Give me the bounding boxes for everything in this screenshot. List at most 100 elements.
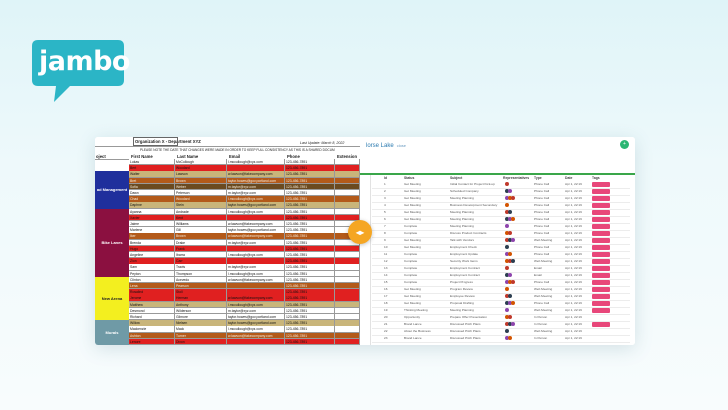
green-divider <box>360 173 635 175</box>
representative-avatar[interactable] <box>511 217 516 222</box>
tag-badge[interactable] <box>592 224 610 229</box>
task-cell-id: 4 <box>384 203 386 207</box>
task-cell-subject: Talk with Vendors <box>450 238 475 242</box>
representative-avatar[interactable] <box>511 238 516 243</box>
task-cell-type: Email <box>534 266 542 270</box>
tag-badge[interactable] <box>592 294 610 299</box>
representative-avatar[interactable] <box>508 294 513 299</box>
task-cell-date: Apr 1, 22:19 <box>565 266 582 270</box>
tag-badge[interactable] <box>592 231 610 236</box>
task-cell-type: Web Meeting <box>534 308 553 312</box>
representative-avatar[interactable] <box>508 231 513 236</box>
task-cell-subject: Meeting Planning <box>450 224 474 228</box>
group-label: New Arena <box>95 276 129 321</box>
task-cell-date: Apr 1, 22:19 <box>565 217 582 221</box>
task-cell-status: Complete <box>404 224 418 228</box>
representative-avatar[interactable] <box>508 336 513 341</box>
representative-avatar[interactable] <box>511 322 516 327</box>
task-cell-date: Apr 1, 22:19 <box>565 280 582 284</box>
task-cell-type: Phone Call <box>534 252 550 256</box>
task-cell-subject: Employee Review <box>450 294 475 298</box>
task-cell-id: 7 <box>384 224 386 228</box>
tag-badge[interactable] <box>592 210 610 215</box>
representative-avatar[interactable] <box>511 301 516 306</box>
task-cell-status: Get Meeting <box>404 294 421 298</box>
task-cell-date: Apr 1, 22:19 <box>565 315 582 319</box>
compare-slider-handle[interactable]: ◂▸ <box>348 220 372 244</box>
task-cell-status: Get Meeting <box>404 203 421 207</box>
task-cell-type: Phone Call <box>534 217 550 221</box>
task-cell-date: Apr 1, 22:19 <box>565 189 582 193</box>
tag-badge[interactable] <box>592 238 610 243</box>
representative-avatar[interactable] <box>508 189 513 194</box>
task-cell-subject: Discussed Pitch Plans <box>450 336 481 340</box>
tag-badge[interactable] <box>592 287 610 292</box>
task-cell-type: Phone Call <box>534 203 550 207</box>
task-cell-status: Complete <box>404 259 418 263</box>
representative-avatar[interactable] <box>508 210 513 215</box>
tag-badge[interactable] <box>592 196 610 201</box>
representative-avatar[interactable] <box>508 273 513 278</box>
task-cell-status: Complete <box>404 266 418 270</box>
add-button[interactable]: + <box>620 140 629 149</box>
title-close-link[interactable]: close <box>397 143 406 148</box>
task-cell-type: Phone Call <box>534 224 550 228</box>
task-cell-date: Apr 1, 22:19 <box>565 245 582 249</box>
th-date: Date <box>565 176 573 180</box>
logo-text: jambo <box>39 46 131 77</box>
task-cell-date: Apr 1, 22:19 <box>565 273 582 277</box>
task-cell-date: Apr 1, 22:19 <box>565 308 582 312</box>
tag-badge[interactable] <box>592 245 610 250</box>
task-cell-id: 6 <box>384 217 386 221</box>
task-cell-type: Phone Call <box>534 245 550 249</box>
representative-avatar[interactable] <box>511 196 516 201</box>
task-cell-subject: Employment Update <box>450 252 479 256</box>
task-cell-subject: Business Development Secondary <box>450 203 498 207</box>
sheet-cell-last[interactable]: Dixon <box>175 338 227 345</box>
sheet-cell-ext[interactable] <box>335 338 360 345</box>
task-cell-type: Phone Call <box>534 231 550 235</box>
tag-badge[interactable] <box>592 322 610 327</box>
task-cell-id: 12 <box>384 259 388 263</box>
sheet-row: Lenore Dixon 123-456-7891 <box>95 338 360 345</box>
task-cell-date: Apr 1, 22:19 <box>565 231 582 235</box>
sheet-cell-first[interactable]: Lenore <box>129 338 175 345</box>
task-cell-type: Phone Call <box>534 301 550 305</box>
task-cell-id: 13 <box>384 266 388 270</box>
task-cell-status: Get Meeting <box>404 196 421 200</box>
sheet-cell-email[interactable] <box>227 338 285 345</box>
task-cell-subject: Employment Contract <box>450 266 480 270</box>
th-subject: Subject <box>450 176 463 180</box>
task-cell-id: 2 <box>384 189 386 193</box>
tag-badge[interactable] <box>592 252 610 257</box>
task-row[interactable]: 23 Brand Lance Discussed Pitch Plans In Per… <box>372 335 630 343</box>
task-cell-status: Complete <box>404 273 418 277</box>
tag-badge[interactable] <box>592 273 610 278</box>
representative-avatar[interactable] <box>508 315 513 320</box>
task-cell-type: Web Meeting <box>534 238 553 242</box>
task-cell-status: Brand Lance <box>404 336 422 340</box>
tag-badge[interactable] <box>592 203 610 208</box>
representative-avatar[interactable] <box>511 280 516 285</box>
sheet-cell-phone[interactable]: 123-456-7891 <box>285 338 335 345</box>
tag-badge[interactable] <box>592 266 610 271</box>
task-cell-status: Complete <box>404 252 418 256</box>
task-cell-id: 19 <box>384 308 388 312</box>
tag-badge[interactable] <box>592 280 610 285</box>
task-cell-id: 8 <box>384 231 386 235</box>
representative-avatar[interactable] <box>511 259 516 264</box>
task-cell-type: Email <box>534 273 542 277</box>
tag-badge[interactable] <box>592 308 610 313</box>
representative-avatar[interactable] <box>508 252 513 257</box>
task-cell-status: About the Business <box>404 329 431 333</box>
th-id: Id <box>384 176 388 180</box>
tag-badge[interactable] <box>592 217 610 222</box>
task-cell-status: Get Meeting <box>404 287 421 291</box>
tag-badge[interactable] <box>592 182 610 187</box>
tag-badge[interactable] <box>592 301 610 306</box>
side-toolbar <box>360 175 371 345</box>
task-cell-status: Thinking Meeting <box>404 308 428 312</box>
task-cell-subject: Employment Check <box>450 245 477 249</box>
tag-badge[interactable] <box>592 189 610 194</box>
tag-badge[interactable] <box>592 259 610 264</box>
